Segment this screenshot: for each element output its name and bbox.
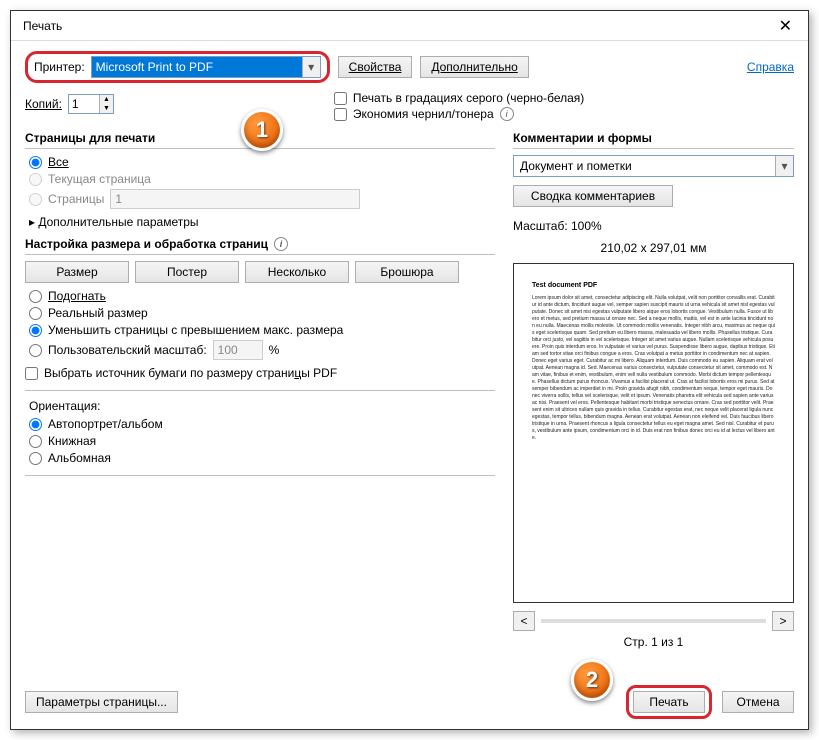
booklet-button[interactable]: Брошюра — [355, 261, 459, 283]
annotation-badge-2: 2 — [571, 659, 613, 701]
grayscale-checkbox[interactable] — [334, 92, 347, 105]
scale-shrink-label: Уменьшить страницы с превышением макс. р… — [48, 323, 343, 337]
sizing-section-title: Настройка размера и обработка страниц i — [25, 237, 495, 255]
page-counter: Стр. 1 из 1 — [513, 635, 794, 649]
spinner-down-icon[interactable]: ▼ — [100, 104, 113, 113]
orient-landscape-label: Альбомная — [48, 451, 111, 465]
printer-value: Microsoft Print to PDF — [96, 60, 213, 74]
next-page-button[interactable]: > — [772, 611, 794, 631]
grayscale-label: Печать в градациях серого (черно-белая) — [353, 91, 584, 105]
chevron-down-icon: ▾ — [302, 57, 320, 77]
scale-info: Масштаб: 100% — [513, 219, 794, 233]
dims-info: 210,02 x 297,01 мм — [513, 241, 794, 255]
pages-range-radio — [29, 193, 42, 206]
pages-current-label: Текущая страница — [48, 172, 151, 186]
preview-pane: Test document PDF Lorem ipsum dolor sit … — [513, 263, 794, 603]
pages-current-radio — [29, 173, 42, 186]
properties-button[interactable]: Свойства — [338, 56, 413, 78]
orient-portrait-radio[interactable] — [29, 435, 42, 448]
orient-portrait-label: Книжная — [48, 434, 96, 448]
printer-label: Принтер: — [34, 60, 85, 74]
page-setup-button[interactable]: Параметры страницы... — [25, 691, 178, 713]
scale-custom-radio[interactable] — [29, 344, 42, 357]
close-icon[interactable]: ✕ — [771, 16, 800, 36]
multiple-button[interactable]: Несколько — [245, 261, 349, 283]
copies-input[interactable] — [69, 95, 99, 113]
spinner-up-icon[interactable]: ▲ — [100, 95, 113, 104]
orientation-title: Ориентация: — [29, 399, 495, 413]
saveink-label: Экономия чернил/тонера — [353, 107, 494, 121]
copies-label: Копий: — [25, 97, 62, 111]
scale-custom-input — [213, 340, 263, 360]
pages-range-input — [110, 189, 360, 209]
size-button[interactable]: Размер — [25, 261, 129, 283]
scale-fit-radio[interactable] — [29, 290, 42, 303]
additional-params-toggle[interactable]: Дополнительные параметры — [29, 215, 495, 229]
cancel-button[interactable]: Отмена — [722, 691, 794, 713]
copies-spinner[interactable]: ▲▼ — [68, 94, 114, 114]
scale-shrink-radio[interactable] — [29, 324, 42, 337]
poster-button[interactable]: Постер — [135, 261, 239, 283]
titlebar: Печать ✕ — [11, 11, 808, 41]
pages-range-label: Страницы — [48, 192, 104, 206]
orient-auto-label: Автопортрет/альбом — [48, 417, 163, 431]
print-button[interactable]: Печать — [633, 691, 705, 713]
pages-all-radio[interactable] — [29, 156, 42, 169]
help-link[interactable]: Справка — [747, 60, 794, 74]
scale-actual-label: Реальный размер — [48, 306, 148, 320]
preview-doc-text: Lorem ipsum dolor sit amet, consectetur … — [532, 295, 775, 442]
prev-page-button[interactable]: < — [513, 611, 535, 631]
chevron-down-icon: ▾ — [775, 156, 793, 176]
scale-fit-label: Подогнать — [48, 289, 106, 303]
page-slider[interactable] — [541, 619, 766, 623]
scale-custom-label: Пользовательский масштаб: — [48, 343, 207, 357]
advanced-button[interactable]: Дополнительно — [420, 56, 528, 78]
info-icon[interactable]: i — [274, 237, 288, 251]
annotation-badge-1: 1 — [241, 109, 283, 151]
scale-actual-radio[interactable] — [29, 307, 42, 320]
preview-doc-title: Test document PDF — [532, 282, 775, 289]
comments-value: Документ и пометки — [520, 159, 632, 173]
print-dialog: 1 2 Печать ✕ Принтер: Microsoft Print to… — [10, 10, 809, 730]
comments-select[interactable]: Документ и пометки ▾ — [513, 155, 794, 177]
orient-auto-radio[interactable] — [29, 418, 42, 431]
comments-section-title: Комментарии и формы — [513, 131, 794, 149]
pct-label: % — [269, 343, 280, 357]
window-title: Печать — [19, 19, 62, 33]
info-icon[interactable]: i — [500, 107, 514, 121]
print-highlight: Печать — [626, 685, 712, 719]
pages-all-label: Все — [48, 155, 69, 169]
printer-highlight: Принтер: Microsoft Print to PDF ▾ — [25, 51, 330, 83]
papersource-checkbox[interactable] — [25, 367, 38, 380]
summary-button[interactable]: Сводка комментариев — [513, 185, 673, 207]
saveink-checkbox[interactable] — [334, 108, 347, 121]
papersource-label: Выбрать источник бумаги по размеру стран… — [44, 366, 337, 380]
orient-landscape-radio[interactable] — [29, 452, 42, 465]
printer-select[interactable]: Microsoft Print to PDF ▾ — [91, 56, 321, 78]
